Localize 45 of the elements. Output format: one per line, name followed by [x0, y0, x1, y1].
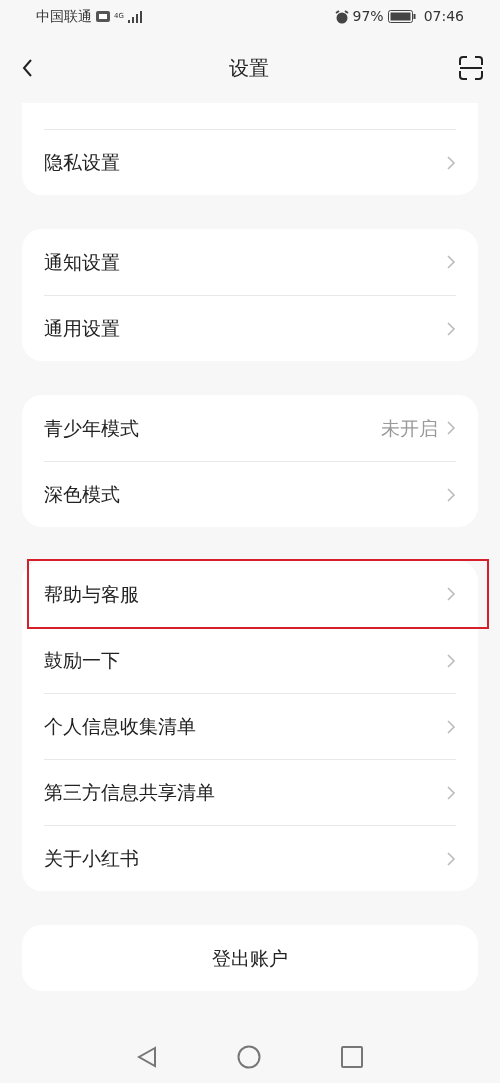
row-label: 青少年模式: [44, 415, 139, 441]
scan-icon: [458, 55, 484, 81]
chevron-icon: [446, 652, 456, 669]
chevron-icon: [446, 154, 456, 171]
alarm-icon: [334, 9, 349, 24]
back-nav-icon[interactable]: [137, 1045, 157, 1068]
settings-row[interactable]: 通用设置: [44, 295, 456, 361]
battery-percent: 97%: [352, 7, 384, 26]
settings-row[interactable]: 鼓励一下: [44, 627, 456, 693]
chevron-icon: [446, 850, 456, 867]
chevron-icon: [446, 254, 456, 270]
settings-row[interactable]: 关于小红书: [44, 825, 456, 891]
chevron-icon: [446, 784, 456, 801]
scan-button[interactable]: [458, 55, 484, 81]
chevron-icon: [446, 586, 456, 602]
recents-nav-icon[interactable]: [341, 1045, 363, 1068]
clock-time: 07:46: [423, 7, 464, 26]
home-nav-icon[interactable]: [237, 1044, 261, 1069]
chevron-icon: [446, 320, 456, 337]
settings-row[interactable]: 隐私设置: [44, 129, 456, 195]
row-label: 个人信息收集清单: [44, 714, 196, 740]
row-label: 鼓励一下: [44, 648, 120, 674]
logout-button[interactable]: 登出账户: [22, 925, 478, 991]
row-label: 深色模式: [44, 482, 120, 508]
chevron-icon: [446, 718, 456, 735]
row-value: 未开启: [381, 415, 438, 441]
row-label: 第三方信息共享清单: [44, 780, 215, 806]
row-label: 通知设置: [44, 249, 120, 275]
settings-row[interactable]: 通知设置: [44, 229, 456, 295]
row-label: 关于小红书: [44, 846, 139, 872]
carrier-name: 中国联通: [36, 7, 92, 26]
settings-row[interactable]: 第三方信息共享清单: [44, 759, 456, 825]
row-label: 隐私设置: [44, 150, 120, 176]
row-label: 帮助与客服: [44, 581, 139, 607]
hd-icon: [96, 11, 110, 22]
settings-row[interactable]: 深色模式: [44, 461, 456, 527]
battery-icon: [387, 10, 416, 23]
settings-row[interactable]: 帮助与客服: [44, 561, 456, 627]
row-label: 通用设置: [44, 316, 120, 342]
settings-row[interactable]: 个人信息收集清单: [44, 693, 456, 759]
chevron-icon: [446, 420, 456, 436]
page-title: 设置: [229, 55, 269, 82]
settings-row[interactable]: 青少年模式 未开启: [44, 395, 456, 461]
chevron-icon: [446, 486, 456, 503]
signal-icon: [127, 10, 142, 23]
